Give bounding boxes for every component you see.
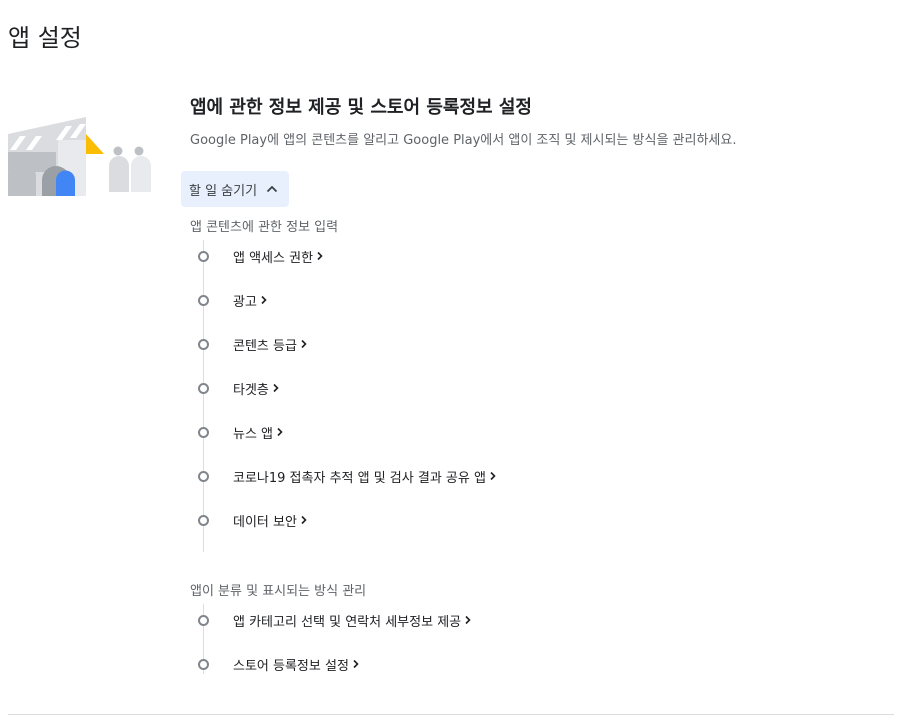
task-status-dot (198, 382, 209, 394)
task-label: 앱 카테고리 선택 및 연락처 세부정보 제공 (233, 614, 462, 630)
task-label: 앱 액세스 권한 (233, 250, 314, 266)
task-label: 타겟층 (233, 382, 269, 398)
chevron-right-icon (317, 251, 323, 261)
task-app-access[interactable]: 앱 액세스 권한 (198, 245, 324, 267)
app-settings-illustration (8, 117, 151, 196)
task-status-dot (198, 338, 209, 350)
task-data-safety[interactable]: 데이터 보안 (198, 509, 308, 531)
chevron-right-icon (277, 427, 283, 437)
chevron-right-icon (273, 383, 279, 393)
task-store-listing[interactable]: 스토어 등록정보 설정 (198, 653, 360, 675)
chevron-up-icon (266, 185, 278, 193)
task-news-app[interactable]: 뉴스 앱 (198, 421, 284, 443)
illustration-blue-door (56, 170, 75, 196)
chevron-right-icon (353, 659, 359, 669)
page-title: 앱 설정 (8, 24, 82, 52)
task-status-dot (198, 658, 209, 670)
task-status-dot (198, 470, 209, 482)
group-label-categorization: 앱이 분류 및 표시되는 방식 관리 (190, 584, 367, 599)
section-description: Google Play에 앱의 콘텐츠를 알리고 Google Play에서 앱… (190, 133, 737, 148)
hide-tasks-button[interactable]: 할 일 숨기기 (181, 171, 290, 207)
task-app-category-contact[interactable]: 앱 카테고리 선택 및 연락처 세부정보 제공 (198, 609, 472, 631)
task-covid-apps[interactable]: 코로나19 접촉자 추적 앱 및 검사 결과 공유 앱 (198, 465, 497, 487)
chevron-right-icon (490, 471, 496, 481)
chevron-right-icon (261, 295, 267, 305)
task-status-dot (198, 514, 209, 526)
task-ads[interactable]: 광고 (198, 289, 268, 311)
task-label: 광고 (233, 294, 257, 310)
task-status-dot (198, 294, 209, 306)
task-label: 콘텐츠 등급 (233, 338, 297, 354)
chevron-right-icon (301, 515, 307, 525)
task-status-dot (198, 614, 209, 626)
task-label: 코로나19 접촉자 추적 앱 및 검사 결과 공유 앱 (233, 470, 486, 486)
task-content-rating[interactable]: 콘텐츠 등급 (198, 333, 308, 355)
chevron-right-icon (465, 615, 471, 625)
section-title: 앱에 관한 정보 제공 및 스토어 등록정보 설정 (190, 97, 532, 118)
chevron-right-icon (301, 339, 307, 349)
group-label-app-content: 앱 콘텐츠에 관한 정보 입력 (190, 220, 339, 235)
task-status-dot (198, 426, 209, 438)
task-label: 스토어 등록정보 설정 (233, 658, 349, 674)
task-label: 뉴스 앱 (233, 426, 274, 442)
bottom-divider (8, 714, 894, 715)
task-target-audience[interactable]: 타겟층 (198, 377, 280, 399)
hide-tasks-label: 할 일 숨기기 (189, 183, 258, 199)
task-label: 데이터 보안 (233, 514, 297, 530)
app-info-section: 앱에 관한 정보 제공 및 스토어 등록정보 설정 Google Play에 앱… (190, 96, 890, 150)
task-status-dot (198, 250, 209, 262)
illustration-yellow-flag (86, 134, 104, 154)
